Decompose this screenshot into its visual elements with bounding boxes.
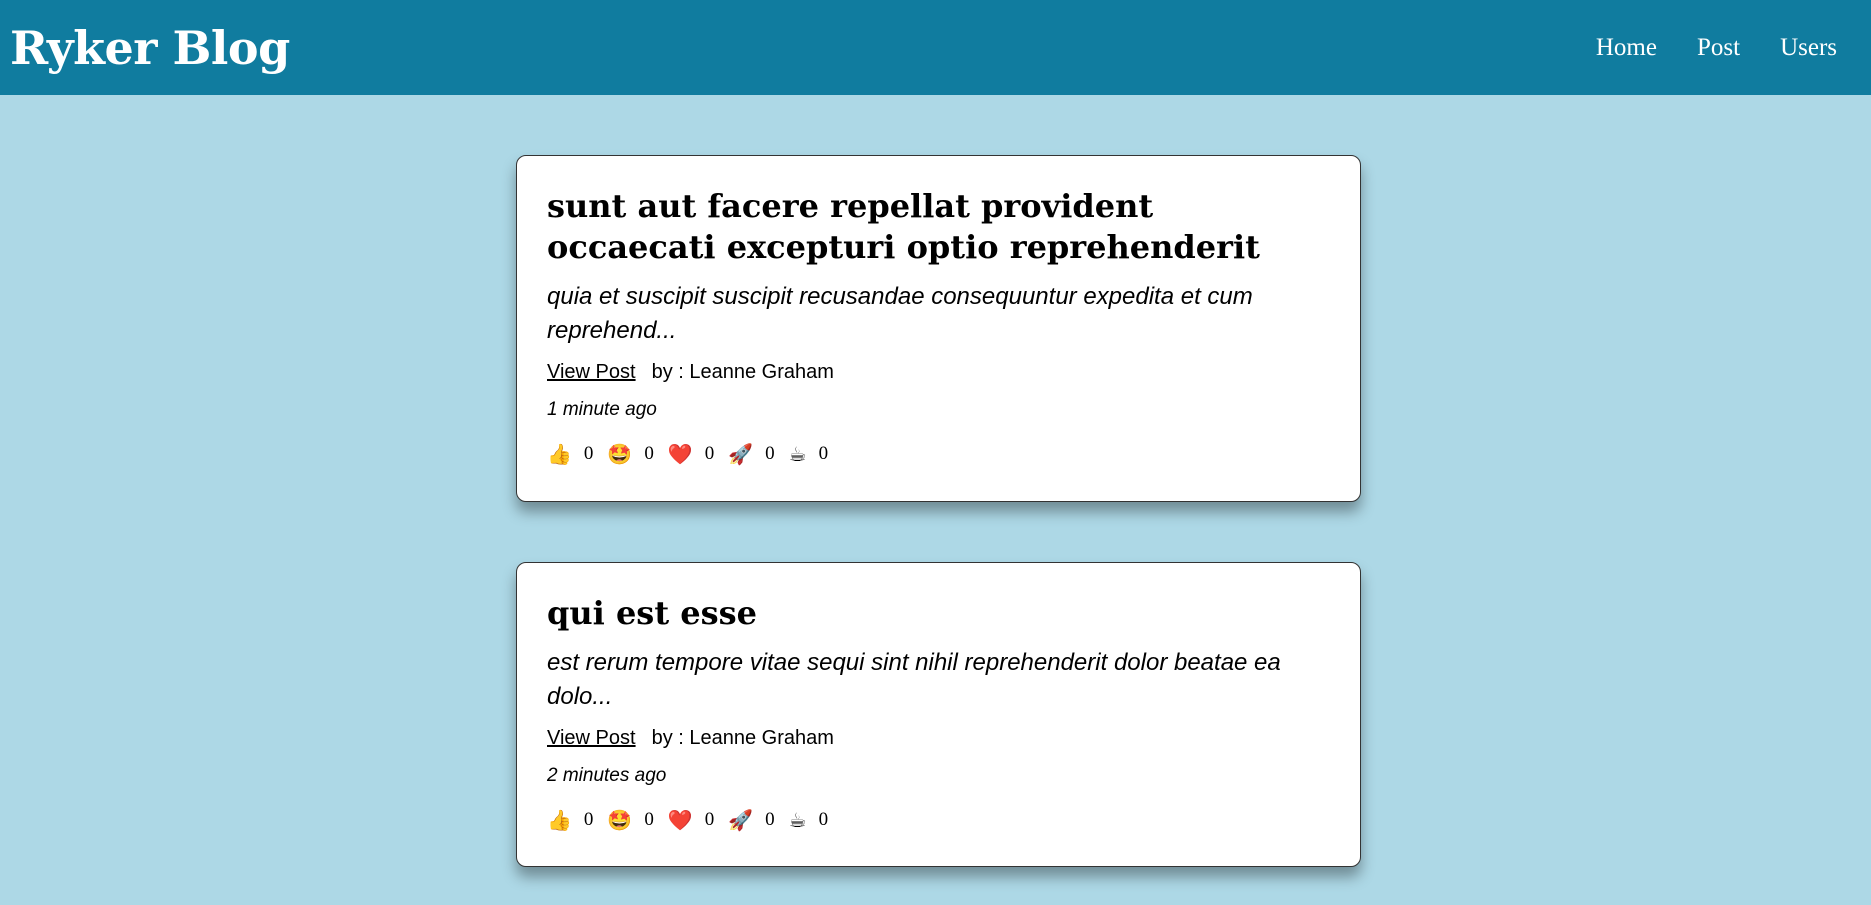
- reaction-bar: 👍 0 🤩 0 ❤️ 0 🚀 0 ☕ 0: [547, 442, 1330, 466]
- view-post-link[interactable]: View Post: [547, 726, 636, 750]
- reaction-star-struck-button[interactable]: 🤩 0: [607, 442, 653, 466]
- post-title: qui est esse: [547, 594, 757, 632]
- post-author: by : Leanne Graham: [651, 361, 834, 383]
- post-excerpt: quia et suscipit suscipit recusandae con…: [547, 283, 1253, 344]
- reaction-count: 0: [583, 809, 594, 830]
- thumbs-up-icon: 👍: [547, 808, 572, 832]
- view-post-link[interactable]: View Post: [547, 360, 636, 384]
- reaction-heart-button[interactable]: ❤️ 0: [668, 808, 714, 832]
- reaction-thumbs-up-button[interactable]: 👍 0: [547, 442, 593, 466]
- reaction-count: 0: [583, 443, 594, 464]
- reaction-count: 0: [818, 809, 829, 830]
- post-meta: View Post by : Leanne Graham: [547, 726, 1330, 750]
- main-nav: Home Post Users: [1556, 34, 1837, 62]
- post-card: sunt aut facere repellat provident occae…: [516, 155, 1361, 502]
- star-struck-icon: 🤩: [607, 808, 633, 832]
- rocket-icon: 🚀: [728, 442, 754, 466]
- nav-home-link[interactable]: Home: [1596, 34, 1657, 62]
- coffee-icon: ☕: [788, 442, 807, 466]
- reaction-bar: 👍 0 🤩 0 ❤️ 0 🚀 0 ☕ 0: [547, 808, 1330, 832]
- nav-post-link[interactable]: Post: [1697, 34, 1740, 62]
- reaction-count: 0: [818, 443, 829, 464]
- nav-users-link[interactable]: Users: [1780, 34, 1837, 62]
- site-header: Ryker Blog Home Post Users: [0, 0, 1871, 95]
- site-title[interactable]: Ryker Blog: [10, 21, 290, 75]
- post-meta: View Post by : Leanne Graham: [547, 360, 1330, 384]
- star-struck-icon: 🤩: [607, 442, 633, 466]
- reaction-count: 0: [704, 443, 715, 464]
- post-timestamp: 1 minute ago: [547, 399, 657, 420]
- heart-icon: ❤️: [667, 808, 693, 832]
- post-author: by : Leanne Graham: [651, 727, 834, 749]
- reaction-count: 0: [704, 809, 715, 830]
- post-title: sunt aut facere repellat provident occae…: [547, 187, 1260, 266]
- reaction-rocket-button[interactable]: 🚀 0: [728, 442, 774, 466]
- rocket-icon: 🚀: [728, 808, 754, 832]
- heart-icon: ❤️: [667, 442, 693, 466]
- reaction-count: 0: [644, 809, 654, 830]
- post-timestamp: 2 minutes ago: [547, 765, 667, 786]
- reaction-count: 0: [644, 443, 654, 464]
- reaction-coffee-button[interactable]: ☕ 0: [789, 442, 828, 466]
- post-card: qui est esse est rerum tempore vitae seq…: [516, 562, 1361, 867]
- coffee-icon: ☕: [788, 808, 807, 832]
- thumbs-up-icon: 👍: [547, 442, 572, 466]
- post-excerpt: est rerum tempore vitae sequi sint nihil…: [547, 649, 1281, 710]
- reaction-heart-button[interactable]: ❤️ 0: [668, 442, 714, 466]
- reaction-star-struck-button[interactable]: 🤩 0: [607, 808, 653, 832]
- reaction-thumbs-up-button[interactable]: 👍 0: [547, 808, 593, 832]
- reaction-rocket-button[interactable]: 🚀 0: [728, 808, 774, 832]
- reaction-count: 0: [765, 443, 775, 464]
- reaction-coffee-button[interactable]: ☕ 0: [789, 808, 828, 832]
- reaction-count: 0: [765, 809, 775, 830]
